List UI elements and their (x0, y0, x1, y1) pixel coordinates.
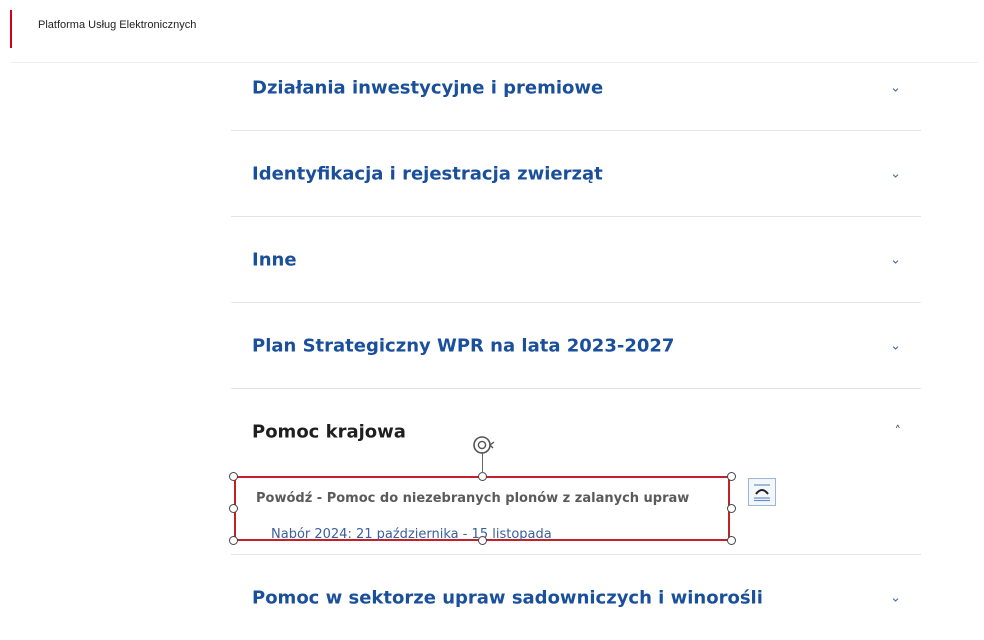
accordion-item-dzialania: Działania inwestycyjne i premiowe ⌄ (231, 45, 921, 131)
accordion-item-inne: Inne ⌄ (231, 217, 921, 303)
accordion-item-identyfikacja: Identyfikacja i rejestracja zwierząt ⌄ (231, 131, 921, 217)
resize-handle-middle-left[interactable] (229, 504, 238, 513)
chevron-down-icon: ⌄ (890, 590, 901, 605)
accordion-title: Pomoc krajowa (252, 421, 406, 442)
accordion-item-plan-strategiczny: Plan Strategiczny WPR na lata 2023-2027 … (231, 303, 921, 389)
accordion-title: Działania inwestycyjne i premiowe (252, 77, 604, 98)
accordion-header-pomoc-sadownictwo[interactable]: Pomoc w sektorze upraw sadowniczych i wi… (231, 555, 921, 640)
resize-handle-bottom-middle[interactable] (478, 536, 487, 545)
enrollment-link[interactable]: Nabór 2024: 21 października - 15 listopa… (271, 527, 552, 542)
chevron-down-icon: ⌄ (890, 338, 901, 353)
accordion-title: Plan Strategiczny WPR na lata 2023-2027 (252, 335, 675, 356)
accordion-header-inne[interactable]: Inne ⌄ (231, 217, 921, 302)
accordion-title: Pomoc w sektorze upraw sadowniczych i wi… (252, 587, 763, 608)
resize-handle-top-left[interactable] (229, 472, 238, 481)
chevron-down-icon: ⌄ (890, 80, 901, 95)
resize-handle-top-right[interactable] (727, 472, 736, 481)
accordion-header-dzialania[interactable]: Działania inwestycyjne i premiowe ⌄ (231, 45, 921, 130)
layout-options-icon (754, 484, 770, 502)
accordion-header-pomoc-krajowa[interactable]: Pomoc krajowa ˄ (231, 389, 921, 474)
accordion-title: Inne (252, 249, 297, 270)
accordion-panel-pomoc-krajowa: Powódź - Pomoc do niezebranych plonów z … (229, 436, 921, 554)
rotate-icon[interactable] (471, 434, 495, 456)
chevron-down-icon: ⌄ (890, 166, 901, 181)
brand-header: Platforma Usług Elektronicznych (0, 0, 300, 50)
accordion-item-pomoc-krajowa: Pomoc krajowa ˄ Powódź - Pomoc do niezeb… (229, 389, 921, 555)
program-title: Powódź - Pomoc do niezebranych plonów z … (256, 491, 690, 506)
resize-handle-bottom-right[interactable] (727, 536, 736, 545)
resize-handle-top-middle[interactable] (478, 472, 487, 481)
brand-name: Platforma Usług Elektronicznych (38, 19, 197, 31)
layout-options-button[interactable] (748, 478, 776, 506)
chevron-up-icon: ˄ (894, 424, 902, 439)
selected-content-box[interactable]: Powódź - Pomoc do niezebranych plonów z … (234, 476, 730, 542)
accordion: Działania inwestycyjne i premiowe ⌄ Iden… (229, 45, 921, 640)
chevron-down-icon: ⌄ (890, 252, 901, 267)
accordion-header-plan-strategiczny[interactable]: Plan Strategiczny WPR na lata 2023-2027 … (231, 303, 921, 388)
accordion-item-pomoc-sadownictwo: Pomoc w sektorze upraw sadowniczych i wi… (231, 555, 921, 640)
resize-handle-middle-right[interactable] (727, 504, 736, 513)
accordion-header-identyfikacja[interactable]: Identyfikacja i rejestracja zwierząt ⌄ (231, 131, 921, 216)
accordion-title: Identyfikacja i rejestracja zwierząt (252, 163, 603, 184)
resize-handle-bottom-left[interactable] (229, 536, 238, 545)
brand-accent-bar (10, 10, 12, 48)
